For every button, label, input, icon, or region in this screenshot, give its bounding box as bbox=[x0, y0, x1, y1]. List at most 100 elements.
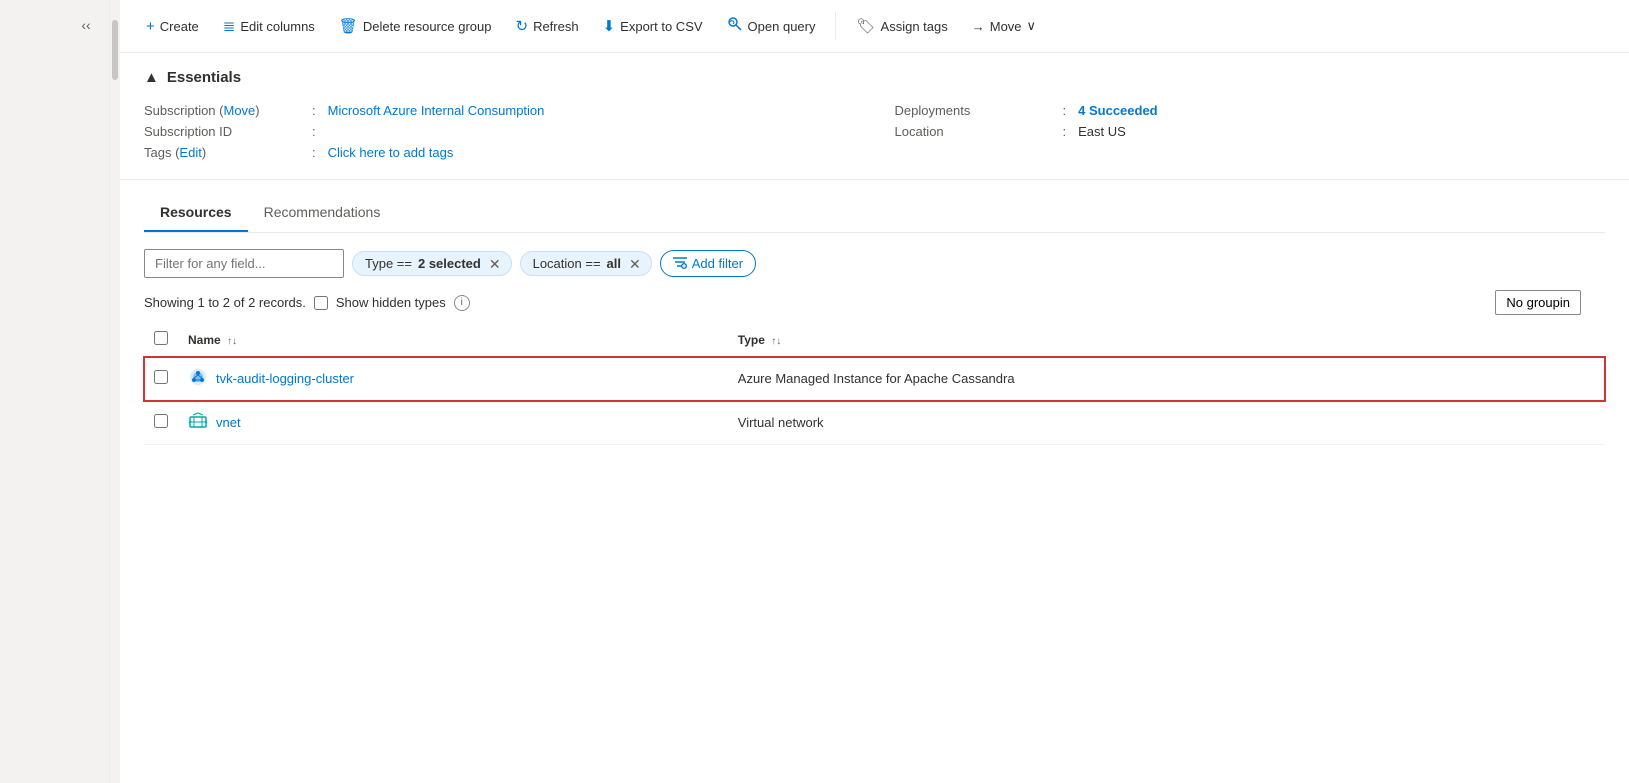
refresh-button[interactable]: ↻ Refresh bbox=[505, 11, 588, 41]
query-icon bbox=[727, 16, 743, 36]
location-filter-value: all bbox=[607, 256, 621, 271]
type-filter-label: Type == bbox=[365, 256, 412, 271]
scrollbar-thumb[interactable] bbox=[112, 20, 118, 80]
tab-resources[interactable]: Resources bbox=[144, 196, 248, 232]
subscription-row: Subscription (Move) : Microsoft Azure In… bbox=[144, 100, 855, 121]
tags-value: Click here to add tags bbox=[328, 145, 454, 160]
select-all-checkbox[interactable] bbox=[154, 331, 168, 345]
content-area: ▲ Essentials Subscription (Move) : bbox=[120, 53, 1629, 783]
table-row: tvk-audit-logging-cluster Azure Managed … bbox=[144, 357, 1605, 401]
subscription-move-link[interactable]: Move bbox=[224, 103, 256, 118]
row-checkbox[interactable] bbox=[154, 370, 168, 384]
essentials-title: Essentials bbox=[167, 69, 241, 86]
type-filter-value: 2 selected bbox=[418, 256, 481, 271]
type-filter-remove-icon[interactable]: ✕ bbox=[489, 257, 501, 271]
tags-label: Tags (Edit) bbox=[144, 145, 304, 160]
location-value: East US bbox=[1078, 124, 1126, 139]
add-filter-icon bbox=[673, 255, 687, 272]
assign-tags-button[interactable]: 🏷 Assign tags bbox=[846, 11, 957, 41]
assign-tags-label: Assign tags bbox=[881, 19, 948, 34]
row-select-cell bbox=[144, 357, 178, 401]
essentials-chevron-icon: ▲ bbox=[144, 69, 159, 86]
location-filter-chip[interactable]: Location == all ✕ bbox=[520, 251, 652, 276]
subscription-id-label: Subscription ID bbox=[144, 124, 304, 139]
deployments-label: Deployments bbox=[895, 103, 1055, 118]
tabs-bar: Resources Recommendations bbox=[144, 196, 1605, 233]
refresh-icon: ↻ bbox=[515, 17, 528, 35]
location-row: Location : East US bbox=[895, 121, 1606, 142]
essentials-header[interactable]: ▲ Essentials bbox=[144, 69, 1605, 86]
name-sort-icon: ↑↓ bbox=[227, 336, 237, 347]
vnet-icon bbox=[188, 411, 208, 434]
move-button[interactable]: → Move ∨ bbox=[962, 12, 1046, 40]
edit-columns-label: Edit columns bbox=[240, 19, 314, 34]
add-tags-link[interactable]: Click here to add tags bbox=[328, 145, 454, 160]
row-name-cell: tvk-audit-logging-cluster bbox=[178, 357, 728, 401]
info-icon[interactable]: i bbox=[454, 295, 470, 311]
export-label: Export to CSV bbox=[620, 19, 702, 34]
records-info-text: Showing 1 to 2 of 2 records. bbox=[144, 295, 306, 310]
type-sort-icon: ↑↓ bbox=[771, 336, 781, 347]
table-container: Name ↑↓ Type ↑↓ bbox=[120, 323, 1629, 445]
cassandra-icon bbox=[188, 367, 208, 390]
subscription-label: Subscription (Move) bbox=[144, 103, 304, 118]
trash-icon: 🗑 bbox=[339, 17, 358, 35]
essentials-grid: Subscription (Move) : Microsoft Azure In… bbox=[144, 100, 1605, 163]
location-filter-remove-icon[interactable]: ✕ bbox=[629, 257, 641, 271]
row-name-cell: vnet bbox=[178, 401, 728, 445]
refresh-label: Refresh bbox=[533, 19, 579, 34]
deployments-count-link[interactable]: 4 Succeeded bbox=[1078, 103, 1158, 118]
create-button[interactable]: + Create bbox=[136, 12, 209, 41]
edit-columns-button[interactable]: ≣ Edit columns bbox=[213, 11, 325, 41]
add-filter-label: Add filter bbox=[692, 256, 743, 271]
row-checkbox[interactable] bbox=[154, 414, 168, 428]
records-info-row: Showing 1 to 2 of 2 records. Show hidden… bbox=[120, 290, 1629, 323]
resources-toolbar: Type == 2 selected ✕ Location == all ✕ bbox=[120, 249, 1629, 290]
deployments-value: 4 Succeeded bbox=[1078, 103, 1158, 118]
arrow-right-icon: → bbox=[972, 19, 985, 34]
delete-button[interactable]: 🗑 Delete resource group bbox=[329, 11, 502, 41]
export-button[interactable]: ⬇ Export to CSV bbox=[593, 11, 713, 41]
location-label: Location bbox=[895, 124, 1055, 139]
chevron-down-icon: ∨ bbox=[1027, 18, 1037, 34]
export-icon: ⬇ bbox=[603, 17, 616, 35]
subscription-link[interactable]: Microsoft Azure Internal Consumption bbox=[328, 103, 545, 118]
add-filter-button[interactable]: Add filter bbox=[660, 250, 756, 277]
no-grouping-button[interactable]: No groupin bbox=[1495, 290, 1581, 315]
select-all-header bbox=[144, 323, 178, 357]
resource-name-link[interactable]: tvk-audit-logging-cluster bbox=[216, 371, 354, 386]
create-label: Create bbox=[160, 19, 199, 34]
table-row: vnet Virtual network bbox=[144, 401, 1605, 445]
toolbar: + Create ≣ Edit columns 🗑 Delete resourc… bbox=[120, 0, 1629, 53]
type-column-header[interactable]: Type ↑↓ bbox=[728, 323, 1605, 357]
delete-label: Delete resource group bbox=[363, 19, 492, 34]
resources-table: Name ↑↓ Type ↑↓ bbox=[144, 323, 1605, 445]
table-header-row: Name ↑↓ Type ↑↓ bbox=[144, 323, 1605, 357]
show-hidden-checkbox[interactable] bbox=[314, 296, 328, 310]
subscription-value: Microsoft Azure Internal Consumption bbox=[328, 103, 545, 118]
toolbar-separator bbox=[835, 12, 836, 40]
table-body: tvk-audit-logging-cluster Azure Managed … bbox=[144, 357, 1605, 445]
open-query-label: Open query bbox=[748, 19, 816, 34]
sidebar-collapse-button[interactable]: ‹‹ bbox=[71, 10, 101, 40]
name-column-header[interactable]: Name ↑↓ bbox=[178, 323, 728, 357]
open-query-button[interactable]: Open query bbox=[717, 10, 826, 42]
tab-recommendations[interactable]: Recommendations bbox=[248, 196, 397, 232]
main-content: + Create ≣ Edit columns 🗑 Delete resourc… bbox=[120, 0, 1629, 783]
tabs-section: Resources Recommendations bbox=[120, 180, 1629, 233]
scrollbar[interactable] bbox=[110, 0, 120, 783]
tags-row: Tags (Edit) : Click here to add tags bbox=[144, 142, 855, 163]
subscription-id-row: Subscription ID : bbox=[144, 121, 855, 142]
plus-icon: + bbox=[146, 18, 155, 35]
resource-name-link[interactable]: vnet bbox=[216, 415, 241, 430]
tags-edit-link[interactable]: Edit bbox=[179, 145, 201, 160]
show-hidden-label: Show hidden types bbox=[336, 295, 446, 310]
location-filter-label: Location == bbox=[533, 256, 601, 271]
filter-input[interactable] bbox=[144, 249, 344, 278]
row-select-cell bbox=[144, 401, 178, 445]
deployments-row: Deployments : 4 Succeeded bbox=[895, 100, 1606, 121]
type-filter-chip[interactable]: Type == 2 selected ✕ bbox=[352, 251, 512, 276]
essentials-section: ▲ Essentials Subscription (Move) : bbox=[120, 53, 1629, 180]
sidebar: ‹‹ bbox=[0, 0, 110, 783]
tag-icon: 🏷 bbox=[856, 17, 875, 35]
